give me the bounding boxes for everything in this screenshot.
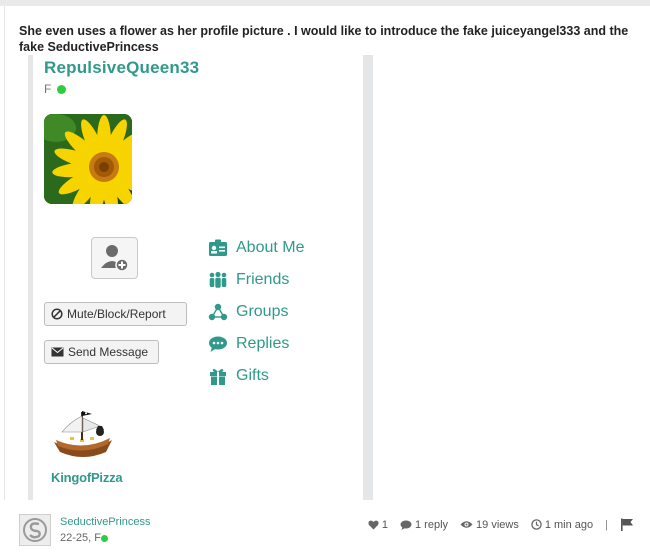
menu-friends[interactable]: Friends bbox=[208, 269, 289, 291]
views-stat: 19 views bbox=[460, 519, 519, 531]
online-status-dot bbox=[101, 535, 108, 542]
author-meta: 22-25, F bbox=[60, 532, 101, 544]
gift-icon bbox=[208, 366, 228, 386]
menu-groups[interactable]: Groups bbox=[208, 301, 288, 323]
separator: | bbox=[605, 518, 608, 531]
post-title: She even uses a flower as her profile pi… bbox=[19, 24, 629, 54]
post-time: 1 min ago bbox=[544, 518, 594, 531]
clock-icon bbox=[531, 519, 542, 530]
author-username[interactable]: SeductivePrincess bbox=[60, 516, 151, 528]
time-stat: 1 min ago bbox=[531, 519, 593, 531]
friend-name[interactable]: KingofPizza bbox=[51, 470, 123, 485]
send-message-button[interactable]: Send Message bbox=[44, 340, 159, 364]
id-card-icon bbox=[208, 238, 228, 258]
menu-label: Groups bbox=[236, 303, 289, 320]
replies-count: 1 reply bbox=[415, 518, 449, 531]
flower-photo-icon bbox=[44, 114, 132, 204]
divider bbox=[28, 55, 33, 500]
menu-label: About Me bbox=[236, 239, 305, 256]
profile-avatar[interactable] bbox=[44, 114, 132, 204]
views-count: 19 views bbox=[476, 518, 519, 531]
add-user-icon bbox=[101, 245, 129, 272]
profile-username[interactable]: RepulsiveQueen33 bbox=[44, 58, 199, 78]
menu-label: Replies bbox=[236, 335, 290, 352]
send-message-label: Send Message bbox=[68, 345, 149, 359]
divider bbox=[4, 6, 5, 500]
heart-icon bbox=[368, 520, 379, 529]
default-avatar-icon bbox=[23, 518, 47, 542]
menu-label: Gifts bbox=[236, 367, 269, 384]
mute-block-report-button[interactable]: Mute/Block/Report bbox=[44, 302, 187, 326]
ban-icon bbox=[51, 308, 63, 320]
menu-gifts[interactable]: Gifts bbox=[208, 365, 269, 387]
profile-gender: F bbox=[44, 82, 52, 96]
likes-stat[interactable]: 1 bbox=[368, 519, 388, 531]
comment-icon bbox=[400, 520, 412, 530]
author-avatar[interactable] bbox=[19, 514, 51, 546]
speech-bubble-icon bbox=[208, 334, 228, 354]
friend-avatar[interactable] bbox=[50, 408, 116, 460]
envelope-icon bbox=[51, 347, 64, 357]
flag-icon bbox=[621, 518, 633, 531]
people-icon bbox=[208, 270, 228, 290]
online-status-dot bbox=[57, 85, 66, 94]
menu-replies[interactable]: Replies bbox=[208, 333, 289, 355]
groups-icon bbox=[208, 302, 228, 322]
add-friend-button[interactable] bbox=[91, 237, 138, 279]
post-stats: 1 1 reply 19 views 1 min ago | bbox=[368, 518, 634, 531]
replies-stat[interactable]: 1 reply bbox=[400, 519, 448, 531]
likes-count: 1 bbox=[381, 518, 388, 531]
report-flag-button[interactable] bbox=[620, 518, 634, 531]
pirate-ship-icon bbox=[54, 411, 112, 457]
menu-label: Friends bbox=[236, 271, 290, 288]
mute-block-report-label: Mute/Block/Report bbox=[67, 307, 166, 321]
menu-about-me[interactable]: About Me bbox=[208, 237, 304, 259]
divider bbox=[363, 55, 373, 500]
eye-icon bbox=[460, 521, 473, 528]
